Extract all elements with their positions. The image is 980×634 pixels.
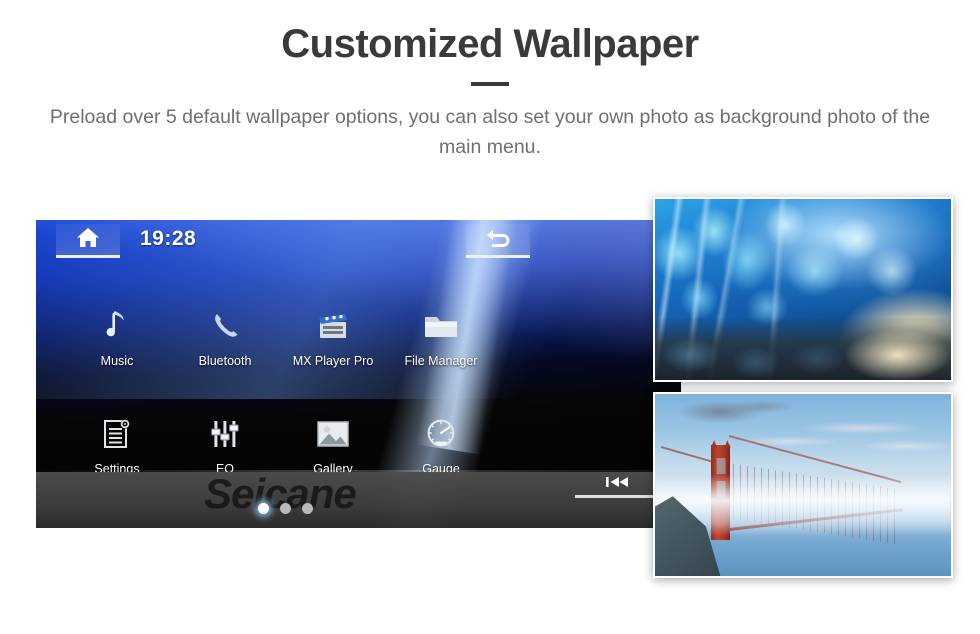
ice-cave-wallpaper[interactable] <box>653 197 953 382</box>
golden-gate-wallpaper[interactable] <box>653 392 953 578</box>
video-clapper-icon <box>311 304 355 348</box>
back-arrow-icon <box>483 226 513 253</box>
photo-image-icon <box>311 412 355 456</box>
ice-cave-image <box>655 199 951 380</box>
golden-gate-image <box>655 394 951 576</box>
settings-document-icon <box>95 412 139 456</box>
head-unit-bottom-bar: Seicane <box>36 472 681 528</box>
back-button[interactable] <box>466 224 530 258</box>
wallpaper-feature-page: Customized Wallpaper Preload over 5 defa… <box>0 0 980 634</box>
app-music[interactable]: Music <box>63 304 171 412</box>
page-dot-1[interactable] <box>258 503 269 514</box>
music-note-icon <box>95 304 139 348</box>
title-divider <box>471 82 509 86</box>
app-label: MX Player Pro <box>292 354 374 368</box>
app-label: Music <box>100 354 134 368</box>
app-row-1: Music Bluetooth MX Player Pro File Manag… <box>36 304 681 412</box>
status-clock: 19:28 <box>140 227 197 250</box>
page-dot-3[interactable] <box>302 503 313 514</box>
app-mx-player-pro[interactable]: MX Player Pro <box>279 304 387 412</box>
previous-track-icon <box>602 475 632 494</box>
bluetooth-phone-icon <box>203 304 247 348</box>
app-file-manager[interactable]: File Manager <box>387 304 495 412</box>
page-dot-2[interactable] <box>280 503 291 514</box>
page-subtitle: Preload over 5 default wallpaper options… <box>49 106 931 158</box>
head-unit-status-bar: 19:28 <box>36 220 681 264</box>
app-label: Bluetooth <box>198 354 252 368</box>
home-icon <box>75 226 101 254</box>
app-bluetooth[interactable]: Bluetooth <box>171 304 279 412</box>
folder-icon <box>419 304 463 348</box>
equalizer-sliders-icon <box>203 412 247 456</box>
home-button[interactable] <box>56 224 120 258</box>
speedometer-icon <box>419 412 463 456</box>
car-head-unit-screen: 19:28 Music Bluetooth MX Player Pro File… <box>36 220 681 528</box>
ice-floor-layer <box>655 318 951 380</box>
app-label: File Manager <box>404 354 478 368</box>
page-header: Customized Wallpaper Preload over 5 defa… <box>0 0 980 162</box>
page-title: Customized Wallpaper <box>281 22 699 66</box>
page-indicator-dots[interactable] <box>258 503 313 514</box>
previous-track-button[interactable] <box>575 474 659 498</box>
